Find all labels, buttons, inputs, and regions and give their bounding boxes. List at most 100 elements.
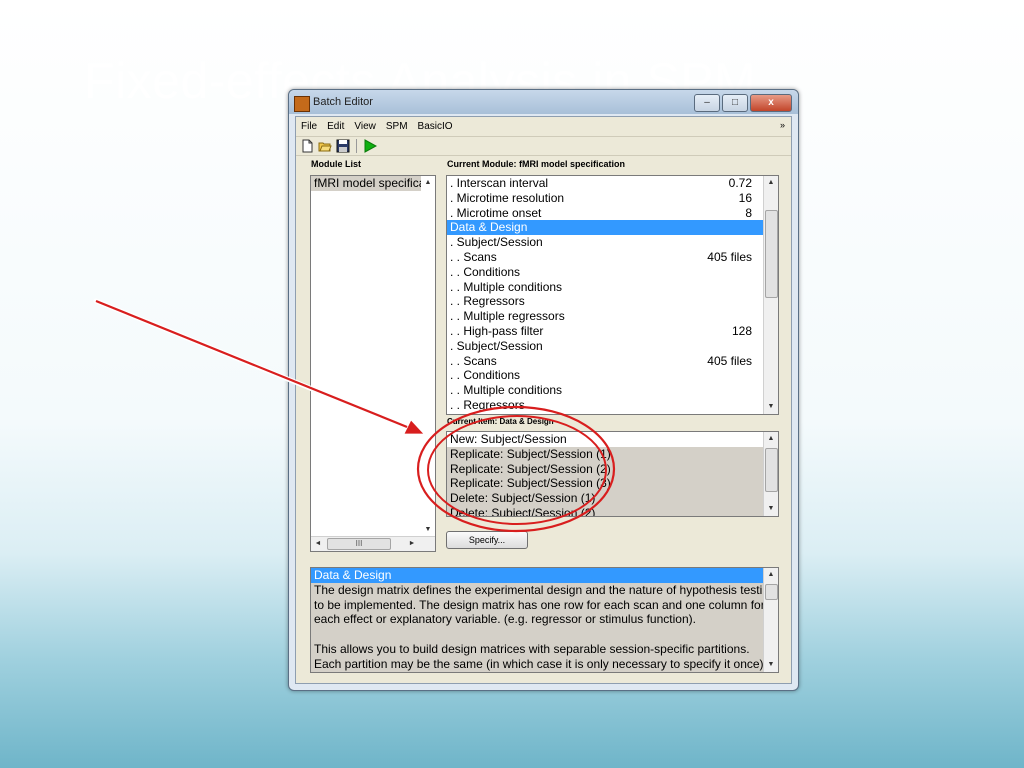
module-row[interactable]: . . Regressors — [447, 398, 764, 413]
module-row[interactable]: . Subject/Session — [447, 235, 764, 250]
module-row-label: . Microtime onset — [450, 205, 542, 220]
scroll-left-icon[interactable]: ◄ — [311, 537, 325, 551]
module-row-label: . Microtime resolution — [450, 190, 565, 205]
toolbar-separator — [356, 139, 357, 153]
module-row-label: . Interscan interval — [450, 176, 549, 190]
module-list[interactable]: fMRI model specification ▲ ▼ ◄ III ► — [310, 175, 436, 552]
module-row[interactable]: . . Multiple regressors — [447, 309, 764, 324]
current-module-vscroll[interactable]: ▲ ▼ — [763, 176, 778, 414]
current-item-option[interactable]: Delete: Subject/Session (1) — [447, 491, 764, 506]
scroll-down-icon[interactable]: ▼ — [421, 523, 435, 537]
current-item-label: Current Item: Data & Design — [447, 417, 554, 426]
help-line: to be implemented. The design matrix has… — [314, 597, 765, 612]
module-row-value: 128 — [731, 323, 752, 338]
window-title: Batch Editor — [313, 96, 373, 108]
current-item-option[interactable]: Replicate: Subject/Session (3) — [447, 476, 764, 491]
new-file-icon[interactable] — [300, 139, 314, 153]
module-row-value: 405 files — [707, 353, 752, 368]
module-row-label: . . Multiple regressors — [450, 309, 565, 324]
module-row[interactable]: . . Scans 405 files — [447, 250, 764, 265]
module-row[interactable]: . Subject/Session — [447, 339, 764, 354]
toolbar — [296, 136, 791, 156]
help-line: This allows you to build design matrices… — [314, 641, 750, 656]
help-heading: Data & Design — [311, 568, 764, 583]
window-client-area: File Edit View SPM BasicIO » Module List… — [295, 116, 792, 684]
module-row[interactable]: . . Conditions — [447, 265, 764, 280]
module-list-vscroll[interactable]: ▲ ▼ — [421, 176, 435, 537]
specify-button[interactable]: Specify... — [446, 531, 528, 549]
module-list-label: Module List — [311, 159, 361, 169]
menu-spm[interactable]: SPM — [386, 121, 408, 132]
module-row-label: . . Conditions — [450, 368, 521, 383]
current-item-vscroll[interactable]: ▲ ▼ — [763, 432, 778, 516]
current-module-label: Current Module: fMRI model specification — [447, 159, 626, 169]
module-row[interactable]: . . Multiple conditions — [447, 280, 764, 295]
maximize-button[interactable]: □ — [722, 94, 748, 112]
module-row[interactable]: . . Regressors — [447, 294, 764, 309]
module-row-label: . Subject/Session — [450, 235, 543, 250]
module-row[interactable]: . Interscan interval 0.72 — [447, 176, 764, 191]
menu-view[interactable]: View — [354, 121, 376, 132]
current-item-list[interactable]: New: Subject/Session Replicate: Subject/S… — [446, 431, 779, 517]
module-row-value: 0.72 — [728, 176, 752, 190]
run-icon[interactable] — [363, 139, 378, 153]
module-row-label: . Subject/Session — [450, 338, 543, 353]
module-row-label: Data & Design — [450, 220, 528, 235]
module-row[interactable]: . . Multiple conditions — [447, 383, 764, 398]
module-list-hscroll[interactable]: ◄ III ► — [311, 536, 435, 551]
help-vscroll[interactable]: ▲ ▼ — [763, 568, 778, 672]
vscroll-thumb[interactable] — [765, 210, 778, 298]
current-item-option[interactable]: Replicate: Subject/Session (1) — [447, 447, 764, 462]
module-row[interactable]: . Microtime onset 8 — [447, 206, 764, 221]
help-line — [311, 627, 764, 642]
current-item-option[interactable]: Replicate: Subject/Session (2) — [447, 462, 764, 477]
scroll-right-icon[interactable]: ► — [405, 537, 419, 551]
module-row-label: . . Multiple conditions — [450, 383, 563, 398]
help-line: The design matrix defines the experiment… — [314, 582, 776, 597]
module-row-label: . . Conditions — [450, 264, 521, 279]
module-row-label: . . Scans — [450, 353, 497, 368]
help-line: Each partition may be the same (in which… — [314, 656, 778, 671]
module-list-item[interactable]: fMRI model specification — [311, 176, 421, 191]
scroll-down-icon[interactable]: ▼ — [764, 400, 778, 414]
menu-edit[interactable]: Edit — [327, 121, 344, 132]
menu-file[interactable]: File — [301, 121, 317, 132]
module-row[interactable]: . . Scans 405 files — [447, 354, 764, 369]
module-row-label: . . Regressors — [450, 397, 525, 412]
scroll-up-icon[interactable]: ▲ — [764, 176, 778, 190]
module-row-label: . . Scans — [450, 249, 497, 264]
module-row[interactable]: . . High-pass filter 128 — [447, 324, 764, 339]
module-row-label: . . Regressors — [450, 294, 525, 309]
module-row[interactable]: . Microtime resolution 16 — [447, 191, 764, 206]
vscroll-thumb[interactable] — [765, 584, 778, 600]
scroll-down-icon[interactable]: ▼ — [764, 658, 778, 672]
menu-basicio[interactable]: BasicIO — [418, 121, 453, 132]
close-button[interactable]: x — [750, 94, 792, 112]
matlab-app-icon — [294, 96, 310, 112]
title-bar[interactable]: Batch Editor – □ x — [289, 90, 798, 114]
help-line: each effect or explanatory variable. (e.… — [314, 612, 696, 627]
help-text-panel[interactable]: Data & Design The design matrix defines t… — [310, 567, 779, 673]
hscroll-thumb[interactable]: III — [327, 538, 391, 550]
menu-overflow-icon[interactable]: » — [780, 120, 785, 130]
scroll-up-icon[interactable]: ▲ — [764, 432, 778, 446]
module-row-label: . . Multiple conditions — [450, 279, 563, 294]
module-row-label: . . High-pass filter — [450, 323, 544, 338]
current-item-option[interactable]: New: Subject/Session — [447, 432, 764, 447]
batch-editor-window: Batch Editor – □ x File Edit View SPM Ba… — [288, 89, 799, 691]
vscroll-thumb[interactable] — [765, 448, 778, 492]
minimize-button[interactable]: – — [694, 94, 720, 112]
scroll-up-icon[interactable]: ▲ — [764, 568, 778, 582]
module-row-value: 405 files — [707, 249, 752, 264]
module-row[interactable]: Data & Design — [447, 220, 764, 236]
scroll-up-icon[interactable]: ▲ — [421, 176, 435, 190]
module-row-value: 16 — [738, 190, 752, 205]
menu-bar: File Edit View SPM BasicIO » — [296, 117, 791, 135]
module-row[interactable]: . . Conditions — [447, 368, 764, 383]
current-item-option[interactable]: Delete: Subject/Session (2) — [447, 506, 764, 516]
open-folder-icon[interactable] — [318, 139, 332, 153]
current-module-list[interactable]: . Interscan interval 0.72. Microtime reso… — [446, 175, 779, 415]
save-icon[interactable] — [336, 139, 350, 153]
module-row-value: 8 — [745, 205, 752, 220]
scroll-down-icon[interactable]: ▼ — [764, 502, 778, 516]
